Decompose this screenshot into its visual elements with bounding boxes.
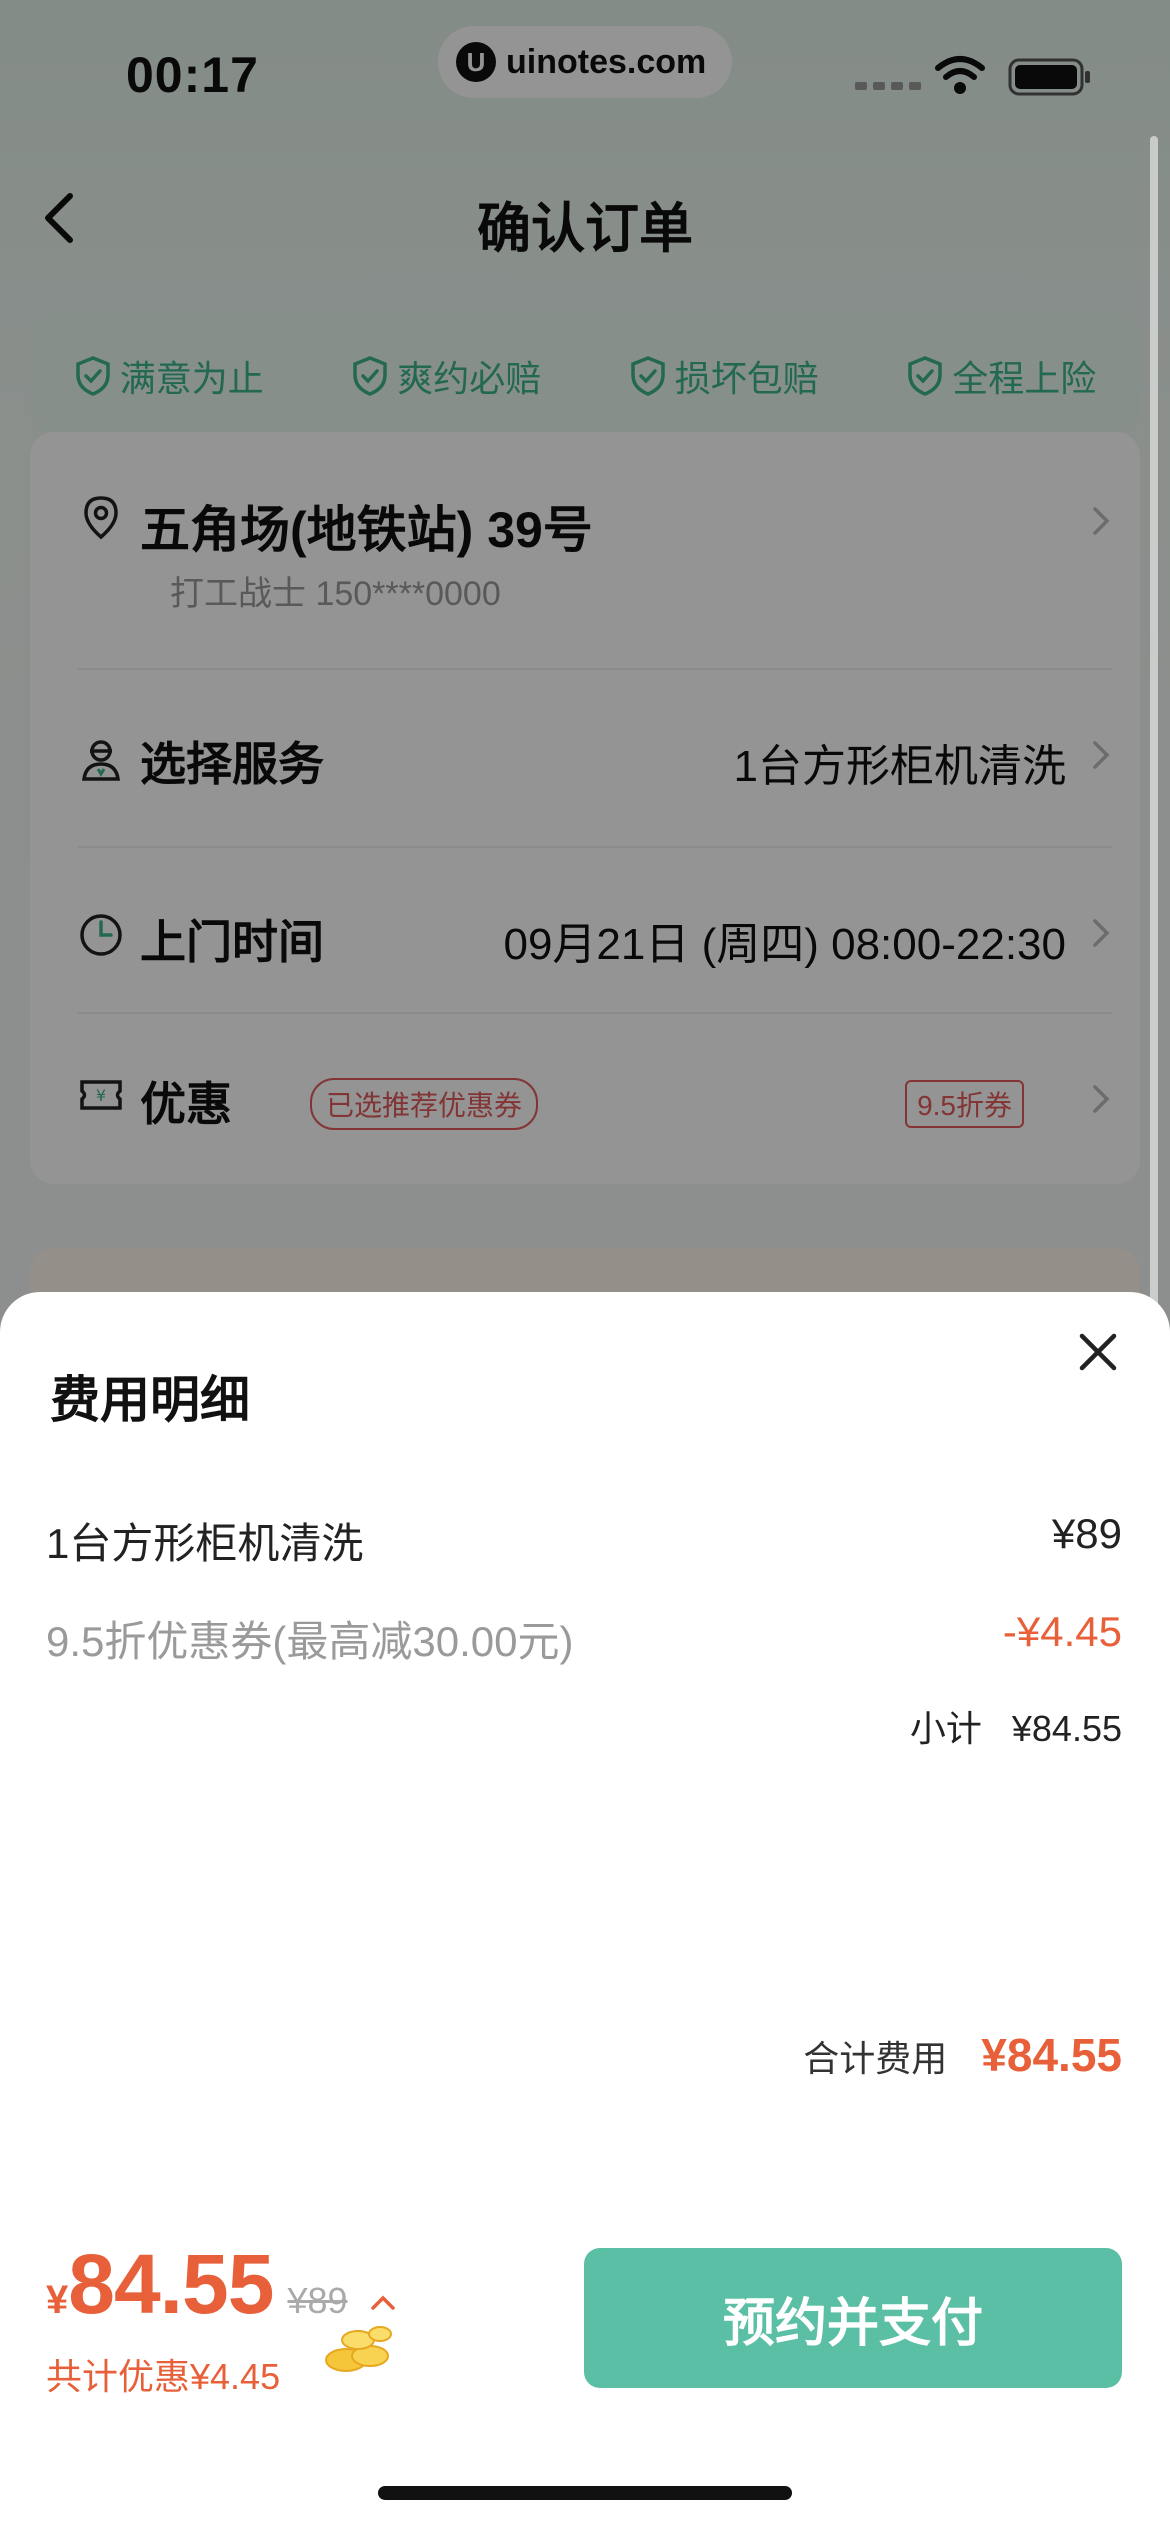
close-icon[interactable]	[1074, 1328, 1122, 1376]
fee-item-name: 9.5折优惠券(最高减30.00元)	[46, 1618, 574, 1665]
home-indicator[interactable]	[378, 2486, 792, 2500]
final-price: 84.55	[68, 2237, 274, 2331]
subtotal: 小计 ¥84.55	[910, 1700, 1122, 1752]
pay-bar: ¥ 84.55 ¥89 共计优惠¥4.45 预约并支付	[0, 2216, 1170, 2406]
total-value: ¥84.55	[981, 2029, 1122, 2081]
price-currency: ¥	[46, 2278, 69, 2322]
fee-item-name: 1台方形柜机清洗	[46, 1520, 364, 1567]
total-label: 合计费用	[803, 2038, 948, 2079]
total-discount: 共计优惠¥4.45	[46, 2356, 281, 2397]
sheet-title: 费用明细	[50, 1372, 250, 1428]
coins-icon	[325, 2326, 392, 2372]
book-and-pay-button[interactable]: 预约并支付	[584, 2248, 1122, 2388]
subtotal-value: ¥84.55	[1011, 1708, 1122, 1749]
subtotal-label: 小计	[909, 1708, 982, 1749]
fee-item-amount: -¥4.45	[1002, 1608, 1122, 1655]
fee-item-amount: ¥89	[1051, 1510, 1122, 1557]
chevron-up-icon[interactable]	[368, 2293, 398, 2313]
total-row: 合计费用 ¥84.55	[803, 2028, 1122, 2082]
